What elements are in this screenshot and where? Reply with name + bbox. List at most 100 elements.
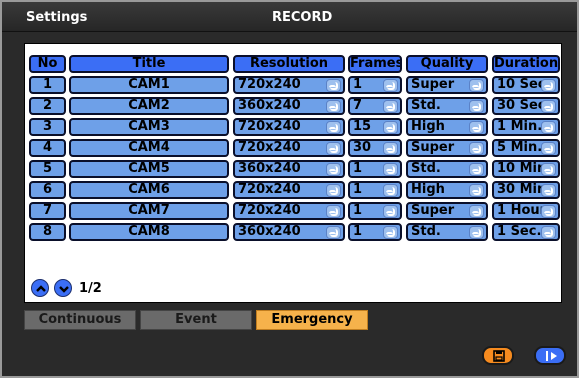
camera-title-field[interactable]: CAM3 bbox=[69, 118, 229, 136]
camera-title-field[interactable]: CAM6 bbox=[69, 181, 229, 199]
quality-select[interactable]: High bbox=[406, 181, 488, 199]
spin-icon[interactable] bbox=[383, 100, 398, 113]
page-up-button[interactable] bbox=[31, 279, 49, 297]
spin-icon[interactable] bbox=[383, 142, 398, 155]
resolution-select[interactable]: 360x240 bbox=[233, 160, 345, 178]
spin-icon[interactable] bbox=[383, 205, 398, 218]
camera-title-field[interactable]: CAM1 bbox=[69, 76, 229, 94]
tab-continuous[interactable]: Continuous bbox=[24, 310, 136, 330]
spin-icon[interactable] bbox=[541, 163, 556, 176]
spin-icon[interactable] bbox=[469, 226, 484, 239]
duration-value: 5 Min. bbox=[497, 140, 543, 155]
tab-emergency[interactable]: Emergency bbox=[256, 310, 368, 330]
spin-icon[interactable] bbox=[326, 142, 341, 155]
spin-icon[interactable] bbox=[469, 142, 484, 155]
frames-select[interactable]: 1 bbox=[348, 181, 402, 199]
frames-select[interactable]: 30 bbox=[348, 139, 402, 157]
frames-select[interactable]: 15 bbox=[348, 118, 402, 136]
save-icon bbox=[493, 350, 505, 362]
quality-select[interactable]: Super bbox=[406, 202, 488, 220]
spin-icon[interactable] bbox=[326, 163, 341, 176]
quality-select[interactable]: High bbox=[406, 118, 488, 136]
row-no: 6 bbox=[29, 181, 66, 199]
camera-title-field[interactable]: CAM7 bbox=[69, 202, 229, 220]
resolution-select[interactable]: 720x240 bbox=[233, 202, 345, 220]
spin-icon[interactable] bbox=[326, 184, 341, 197]
frames-value: 30 bbox=[353, 140, 372, 155]
record-table-panel: No Title Resolution Frames Quality Durat… bbox=[24, 43, 562, 303]
duration-select[interactable]: 30 Min. bbox=[492, 181, 560, 199]
frames-select[interactable]: 1 bbox=[348, 76, 402, 94]
spin-icon[interactable] bbox=[383, 163, 398, 176]
resolution-select[interactable]: 720x240 bbox=[233, 139, 345, 157]
spin-icon[interactable] bbox=[469, 184, 484, 197]
spin-icon[interactable] bbox=[541, 142, 556, 155]
spin-icon[interactable] bbox=[541, 205, 556, 218]
resolution-value: 720x240 bbox=[238, 203, 301, 218]
spin-icon[interactable] bbox=[383, 121, 398, 134]
resolution-value: 720x240 bbox=[238, 140, 301, 155]
frames-select[interactable]: 1 bbox=[348, 202, 402, 220]
spin-icon[interactable] bbox=[469, 163, 484, 176]
row-no: 1 bbox=[29, 76, 66, 94]
quality-value: Std. bbox=[411, 98, 441, 113]
camera-title-field[interactable]: CAM4 bbox=[69, 139, 229, 157]
spin-icon[interactable] bbox=[469, 205, 484, 218]
spin-icon[interactable] bbox=[469, 100, 484, 113]
camera-title-field[interactable]: CAM5 bbox=[69, 160, 229, 178]
spin-icon[interactable] bbox=[469, 121, 484, 134]
spin-icon[interactable] bbox=[469, 79, 484, 92]
resolution-select[interactable]: 720x240 bbox=[233, 181, 345, 199]
quality-value: High bbox=[411, 119, 445, 134]
spin-icon[interactable] bbox=[541, 79, 556, 92]
resolution-value: 720x240 bbox=[238, 182, 301, 197]
quality-value: High bbox=[411, 182, 445, 197]
duration-select[interactable]: 1 Sec. bbox=[492, 223, 560, 241]
header-frames: Frames bbox=[348, 55, 402, 73]
duration-select[interactable]: 5 Min. bbox=[492, 139, 560, 157]
quality-select[interactable]: Std. bbox=[406, 160, 488, 178]
record-settings-window: Settings RECORD No Title Resolution Fram… bbox=[0, 0, 579, 378]
resolution-select[interactable]: 720x240 bbox=[233, 118, 345, 136]
frames-select[interactable]: 1 bbox=[348, 223, 402, 241]
quality-select[interactable]: Super bbox=[406, 76, 488, 94]
resolution-value: 360x240 bbox=[238, 98, 301, 113]
resolution-select[interactable]: 360x240 bbox=[233, 223, 345, 241]
duration-value: 1 Sec. bbox=[497, 224, 542, 239]
camera-title-field[interactable]: CAM2 bbox=[69, 97, 229, 115]
spin-icon[interactable] bbox=[383, 226, 398, 239]
quality-select[interactable]: Std. bbox=[406, 223, 488, 241]
quality-select[interactable]: Super bbox=[406, 139, 488, 157]
frames-select[interactable]: 7 bbox=[348, 97, 402, 115]
page-down-button[interactable] bbox=[54, 279, 72, 297]
duration-select[interactable]: 30 Sec. bbox=[492, 97, 560, 115]
spin-icon[interactable] bbox=[383, 79, 398, 92]
resolution-select[interactable]: 360x240 bbox=[233, 97, 345, 115]
duration-select[interactable]: 1 Min. bbox=[492, 118, 560, 136]
page-indicator: 1/2 bbox=[79, 281, 102, 296]
spin-icon[interactable] bbox=[326, 121, 341, 134]
frames-select[interactable]: 1 bbox=[348, 160, 402, 178]
spin-icon[interactable] bbox=[383, 184, 398, 197]
spin-icon[interactable] bbox=[326, 205, 341, 218]
spin-icon[interactable] bbox=[541, 100, 556, 113]
settings-title: Settings bbox=[26, 10, 88, 25]
duration-select[interactable]: 10 Min. bbox=[492, 160, 560, 178]
camera-title-field[interactable]: CAM8 bbox=[69, 223, 229, 241]
resolution-value: 360x240 bbox=[238, 161, 301, 176]
resolution-value: 720x240 bbox=[238, 77, 301, 92]
spin-icon[interactable] bbox=[326, 100, 341, 113]
spin-icon[interactable] bbox=[541, 226, 556, 239]
resolution-select[interactable]: 720x240 bbox=[233, 76, 345, 94]
quality-select[interactable]: Std. bbox=[406, 97, 488, 115]
spin-icon[interactable] bbox=[326, 79, 341, 92]
spin-icon[interactable] bbox=[541, 184, 556, 197]
resolution-value: 360x240 bbox=[238, 224, 301, 239]
spin-icon[interactable] bbox=[326, 226, 341, 239]
exit-button[interactable] bbox=[534, 346, 566, 365]
duration-select[interactable]: 10 Sec. bbox=[492, 76, 560, 94]
tab-event[interactable]: Event bbox=[140, 310, 252, 330]
save-button[interactable] bbox=[482, 346, 514, 365]
spin-icon[interactable] bbox=[541, 121, 556, 134]
duration-select[interactable]: 1 Hour bbox=[492, 202, 560, 220]
